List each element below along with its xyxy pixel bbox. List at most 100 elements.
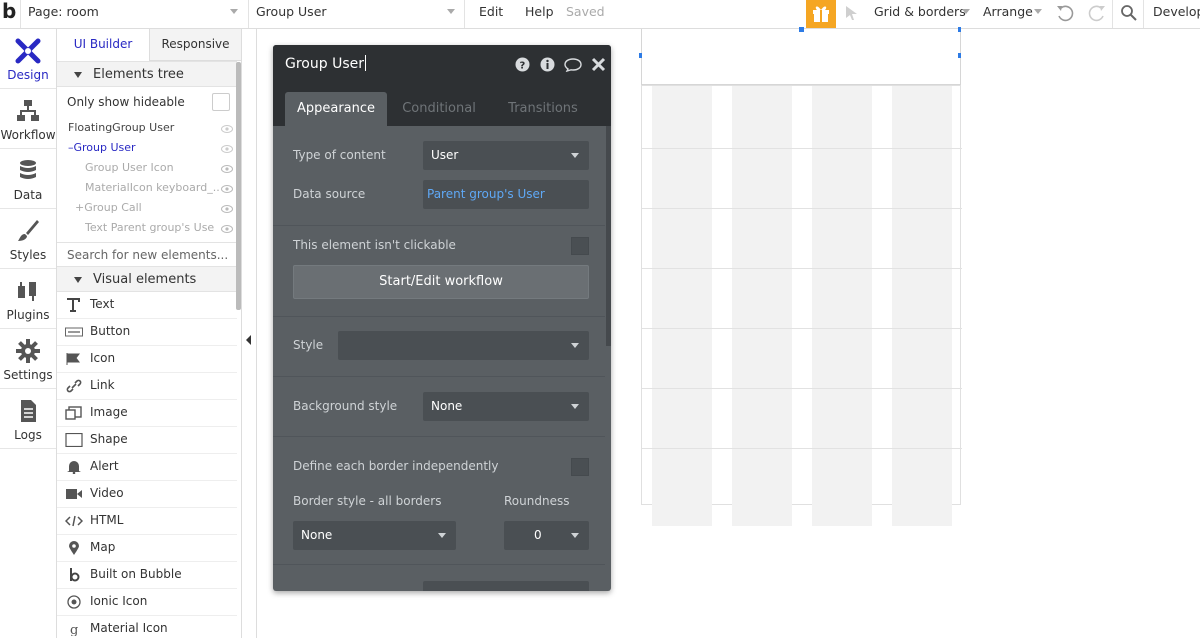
visual-item-label: Shape — [90, 432, 128, 446]
editor-header[interactable]: Group User ? — [273, 45, 611, 83]
resize-handle[interactable] — [639, 53, 642, 58]
code-icon — [65, 515, 83, 527]
editor-title[interactable]: Group User — [285, 55, 366, 72]
undo-icon[interactable] — [1055, 3, 1075, 23]
editor-scrollbar[interactable] — [606, 126, 611, 346]
selected-element-outline[interactable] — [639, 27, 961, 85]
visual-item-map[interactable]: Map — [57, 535, 237, 562]
eye-icon[interactable] — [221, 145, 233, 153]
visual-item-video[interactable]: Video — [57, 481, 237, 508]
resize-handle[interactable] — [958, 53, 961, 58]
roundness-stepper[interactable]: 0 — [504, 521, 589, 550]
brush-icon — [18, 220, 39, 241]
element-select[interactable]: Group User — [256, 0, 462, 28]
page-select[interactable]: Page: room — [28, 0, 246, 28]
help-menu[interactable]: Help — [525, 0, 554, 28]
grid-column — [892, 86, 952, 526]
collapse-panel-icon[interactable] — [246, 335, 251, 345]
border-independent-checkbox[interactable] — [571, 458, 589, 476]
type-of-content-select[interactable]: User — [423, 141, 589, 170]
comment-icon[interactable] — [564, 57, 582, 72]
visual-item-button[interactable]: Button — [57, 319, 237, 346]
eye-icon[interactable] — [221, 225, 233, 233]
visual-item-icon[interactable]: Icon — [57, 346, 237, 373]
not-clickable-checkbox[interactable] — [571, 237, 589, 255]
visual-item-image[interactable]: Image — [57, 400, 237, 427]
tab-conditional[interactable]: Conditional — [393, 92, 485, 126]
start-edit-workflow-button[interactable]: Start/Edit workflow — [293, 265, 589, 299]
chevron-down-icon — [571, 533, 579, 538]
close-icon[interactable] — [591, 57, 606, 72]
visual-item-html[interactable]: HTML — [57, 508, 237, 535]
tab-responsive[interactable]: Responsive — [149, 29, 241, 61]
visual-item-shape[interactable]: Shape — [57, 427, 237, 454]
visual-item-link[interactable]: Link — [57, 373, 237, 400]
tree-item-selected[interactable]: –Group User — [68, 138, 218, 158]
rail-settings[interactable]: Settings — [0, 329, 56, 389]
visual-elements-header[interactable]: Visual elements — [57, 266, 237, 292]
database-icon — [20, 160, 36, 179]
rail-logs[interactable]: Logs — [0, 389, 56, 449]
tab-appearance[interactable]: Appearance — [285, 92, 387, 126]
info-icon[interactable] — [540, 57, 555, 72]
eye-icon[interactable] — [221, 125, 233, 133]
bubble-logo[interactable]: b — [2, 0, 16, 22]
divider — [248, 0, 249, 28]
rail-styles[interactable]: Styles — [0, 209, 56, 269]
divider — [273, 316, 605, 317]
develop-menu[interactable]: Develop — [1153, 0, 1200, 28]
visual-item-label: Ionic Icon — [90, 594, 148, 608]
eye-icon[interactable] — [221, 185, 233, 193]
data-source-expression[interactable]: Parent group's User — [423, 180, 589, 209]
chevron-down-icon — [571, 404, 579, 409]
panel-scrollbar[interactable] — [236, 62, 241, 310]
tree-item-label: Group Call — [84, 201, 142, 214]
tree-item[interactable]: MaterialIcon keyboard_... — [85, 178, 220, 198]
tab-ui-builder[interactable]: UI Builder — [57, 29, 149, 61]
tree-item[interactable]: +Group Call — [75, 198, 220, 218]
chevron-down-icon — [438, 533, 446, 538]
rail-workflow[interactable]: Workflow — [0, 89, 56, 149]
redo-icon[interactable] — [1087, 3, 1107, 23]
elements-panel: UI Builder Responsive Elements tree Only… — [57, 29, 242, 638]
eye-icon[interactable] — [221, 165, 233, 173]
data-source-label: Data source — [293, 187, 366, 201]
visual-item-text[interactable]: Text — [57, 292, 237, 319]
help-icon[interactable]: ? — [515, 57, 530, 72]
border-independent-label: Define each border independently — [293, 459, 499, 473]
tree-item[interactable]: FloatingGroup User — [68, 118, 228, 138]
grid-row-line — [642, 448, 962, 449]
tree-item[interactable]: Group User Icon — [85, 158, 220, 178]
grid-borders-menu[interactable]: Grid & borders — [874, 0, 970, 28]
visual-item-built-on-bubble[interactable]: Built on Bubble — [57, 562, 237, 589]
only-hideable-checkbox[interactable] — [212, 93, 230, 111]
tree-item[interactable]: Text Parent group's User' — [85, 218, 215, 238]
resize-handle[interactable] — [799, 27, 804, 32]
elements-tree-title: Elements tree — [93, 67, 184, 82]
divider — [273, 436, 605, 437]
partial-select[interactable] — [423, 581, 589, 591]
elements-tree-header[interactable]: Elements tree — [57, 61, 237, 87]
visual-item-alert[interactable]: Alert — [57, 454, 237, 481]
resize-handle[interactable] — [958, 27, 961, 32]
background-style-select[interactable]: None — [423, 392, 589, 421]
material-icon: g — [70, 623, 78, 636]
style-select[interactable] — [338, 331, 589, 360]
visual-item-material-icon[interactable]: g Material Icon — [57, 616, 237, 638]
edit-menu[interactable]: Edit — [479, 0, 503, 28]
rail-design[interactable]: Design — [0, 29, 56, 89]
rail-data-label: Data — [13, 188, 43, 202]
rail-plugins[interactable]: Plugins — [0, 269, 56, 329]
flag-icon — [66, 353, 80, 365]
tab-transitions[interactable]: Transitions — [495, 92, 591, 126]
visual-item-ionic-icon[interactable]: Ionic Icon — [57, 589, 237, 616]
cursor-icon[interactable] — [845, 5, 859, 21]
element-search-input[interactable]: Search for new elements... — [57, 242, 237, 266]
gift-button[interactable] — [806, 0, 836, 28]
search-icon[interactable] — [1120, 4, 1138, 22]
eye-icon[interactable] — [221, 205, 233, 213]
border-style-select[interactable]: None — [293, 521, 456, 550]
arrange-menu[interactable]: Arrange — [983, 0, 1043, 28]
rail-data[interactable]: Data — [0, 149, 56, 209]
ionic-icon — [67, 595, 81, 609]
